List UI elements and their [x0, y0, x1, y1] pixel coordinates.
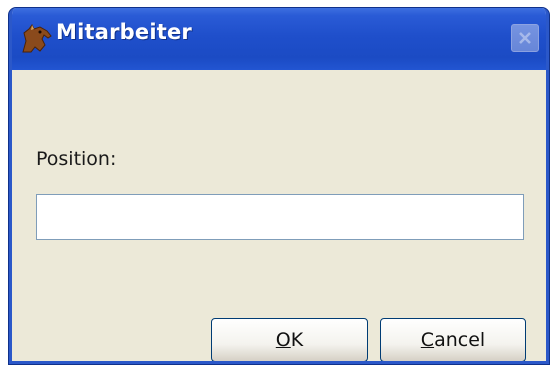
window-title: Mitarbeiter: [56, 20, 192, 44]
ok-button[interactable]: OK: [211, 318, 368, 361]
close-icon: [519, 32, 531, 44]
position-input[interactable]: [36, 194, 524, 240]
dialog-content: Position: OK Cancel: [12, 70, 546, 361]
dialog-window: Mitarbeiter Position: OK Cancel: [9, 8, 549, 364]
position-label: Position:: [36, 148, 117, 170]
close-button[interactable]: [511, 24, 539, 52]
title-bar[interactable]: Mitarbeiter: [12, 8, 546, 70]
cancel-button-mnemonic: C: [420, 329, 435, 351]
cancel-button[interactable]: Cancel: [380, 318, 526, 361]
ok-button-mnemonic: O: [275, 329, 291, 351]
horse-icon: [20, 23, 54, 55]
cancel-button-label: ancel: [434, 329, 486, 351]
ok-button-label: K: [290, 329, 304, 351]
